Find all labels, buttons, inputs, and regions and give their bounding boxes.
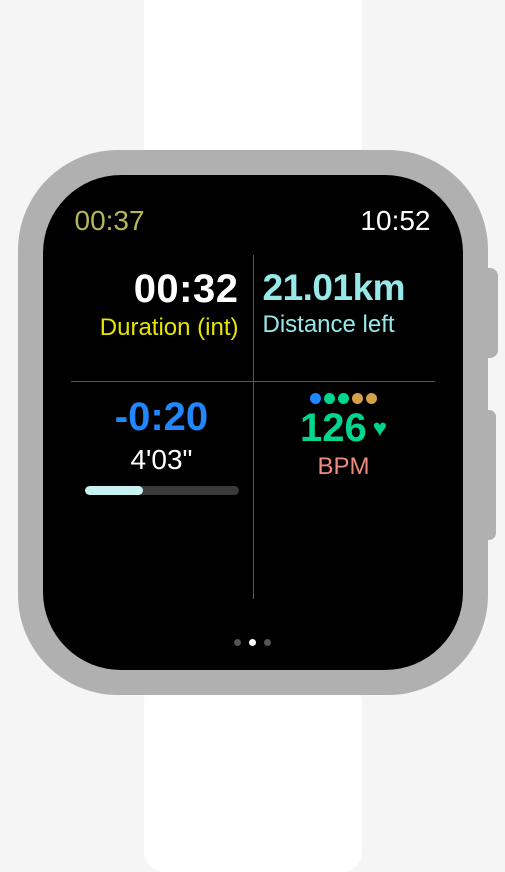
- heart-icon: ♥: [373, 417, 387, 441]
- page-dot-2: [264, 639, 271, 646]
- hr-label: BPM: [259, 453, 429, 481]
- metric-heart-rate: 126 ♥ BPM: [253, 381, 435, 639]
- page-dot-1: [249, 639, 256, 646]
- zone-dot-1: [310, 393, 321, 404]
- watch-screen[interactable]: 00:37 10:52 00:32 Duration (int) 21.01km…: [43, 175, 463, 670]
- zone-dot-3: [338, 393, 349, 404]
- zone-dot-4: [352, 393, 363, 404]
- watch-band-bottom: [144, 682, 362, 872]
- watch-case: 00:37 10:52 00:32 Duration (int) 21.01km…: [18, 150, 488, 695]
- digital-crown[interactable]: [480, 268, 498, 358]
- distance-value: 21.01km: [263, 267, 429, 309]
- metrics-grid: 00:32 Duration (int) 21.01km Distance le…: [71, 255, 435, 639]
- zone-dot-2: [324, 393, 335, 404]
- metric-distance: 21.01km Distance left: [253, 255, 435, 381]
- watch-band-top: [144, 0, 362, 170]
- elapsed-time: 00:37: [75, 205, 145, 237]
- side-button[interactable]: [482, 410, 496, 540]
- clock: 10:52: [360, 205, 430, 237]
- pace-progress-fill: [85, 486, 144, 495]
- pace-progress: [85, 486, 239, 495]
- pace-current: 4'03": [77, 444, 247, 476]
- duration-value: 00:32: [77, 267, 239, 312]
- distance-label: Distance left: [263, 311, 429, 339]
- metric-pace: -0:20 4'03": [71, 381, 253, 639]
- status-bar: 00:37 10:52: [71, 205, 435, 237]
- hr-zone-dots: [259, 393, 429, 404]
- duration-label: Duration (int): [77, 314, 239, 342]
- page-indicator[interactable]: [71, 639, 435, 652]
- metric-duration: 00:32 Duration (int): [71, 255, 253, 381]
- page-dot-0: [234, 639, 241, 646]
- pace-diff: -0:20: [77, 395, 247, 440]
- hr-value: 126: [300, 406, 367, 451]
- zone-dot-5: [366, 393, 377, 404]
